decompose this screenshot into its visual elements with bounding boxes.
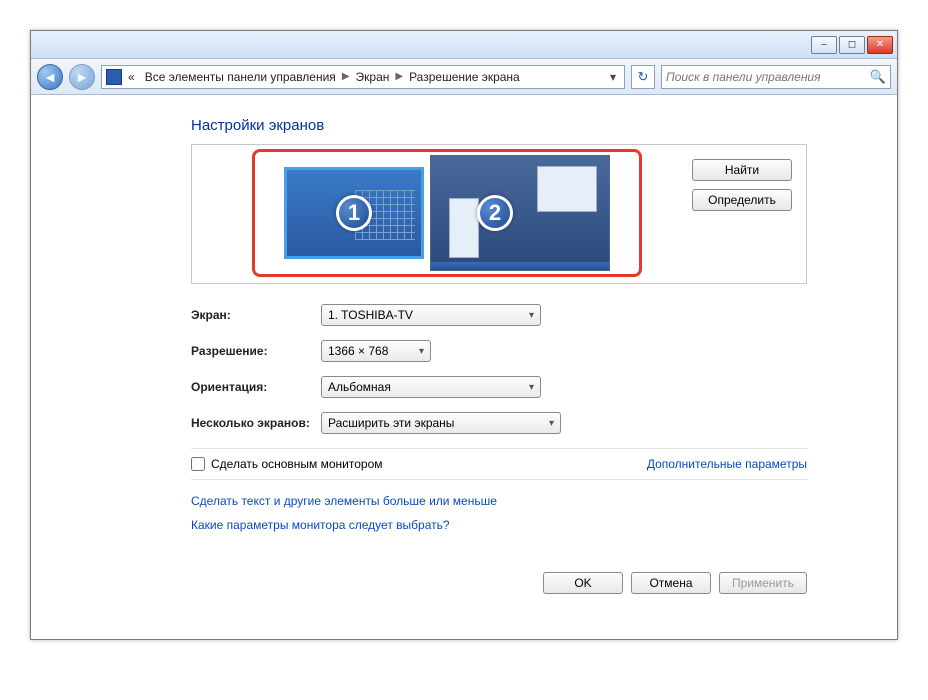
- chevron-right-icon: ▶: [342, 71, 350, 82]
- footer-buttons: OK Отмена Применить: [191, 572, 807, 594]
- nav-forward-button[interactable]: ►: [69, 64, 95, 90]
- settings-form: Экран: 1. TOSHIBA-TV Разрешение: 1366 × …: [191, 304, 807, 434]
- window-frame: – ◻ ✕ ◄ ► « Все элементы панели управлен…: [30, 30, 898, 640]
- arrangement-side-buttons: Найти Определить: [692, 159, 792, 211]
- cancel-button[interactable]: Отмена: [631, 572, 711, 594]
- resolution-label: Разрешение:: [191, 344, 321, 358]
- monitor-1[interactable]: 1: [284, 167, 424, 259]
- maximize-button[interactable]: ◻: [839, 36, 865, 54]
- titlebar: – ◻ ✕: [31, 31, 897, 59]
- ok-button[interactable]: OK: [543, 572, 623, 594]
- resolution-select[interactable]: 1366 × 768: [321, 340, 431, 362]
- primary-monitor-checkbox[interactable]: [191, 457, 205, 471]
- multi-display-value: Расширить эти экраны: [328, 416, 454, 430]
- screen-label: Экран:: [191, 308, 321, 322]
- refresh-button[interactable]: ↻: [631, 65, 655, 89]
- monitor-window-icon: [537, 166, 597, 212]
- minimize-button[interactable]: –: [811, 36, 837, 54]
- monitor-help-link[interactable]: Какие параметры монитора следует выбрать…: [191, 518, 807, 532]
- chevron-right-icon: ▶: [395, 71, 403, 82]
- search-input[interactable]: [666, 70, 870, 84]
- text-size-link[interactable]: Сделать текст и другие элементы больше и…: [191, 494, 807, 508]
- minimize-icon: –: [821, 39, 827, 50]
- apply-button[interactable]: Применить: [719, 572, 807, 594]
- resolution-value: 1366 × 768: [328, 344, 388, 358]
- page-title: Настройки экранов: [191, 117, 807, 134]
- monitors-highlight: 1 2: [252, 149, 642, 277]
- multi-display-label: Несколько экранов:: [191, 416, 321, 430]
- row-multi-display: Несколько экранов: Расширить эти экраны: [191, 412, 807, 434]
- nav-back-button[interactable]: ◄: [37, 64, 63, 90]
- breadcrumb-prefix: «: [124, 70, 139, 84]
- monitor-2[interactable]: 2: [430, 155, 610, 271]
- navbar: ◄ ► « Все элементы панели управления ▶ Э…: [31, 59, 897, 95]
- orientation-select[interactable]: Альбомная: [321, 376, 541, 398]
- monitor-number-badge: 1: [336, 195, 372, 231]
- primary-monitor-row: Сделать основным монитором Дополнительны…: [191, 448, 807, 480]
- search-icon[interactable]: 🔍: [870, 69, 886, 85]
- breadcrumb-item[interactable]: Разрешение экрана: [405, 70, 524, 84]
- orientation-label: Ориентация:: [191, 380, 321, 394]
- breadcrumb-item[interactable]: Все элементы панели управления: [141, 70, 340, 84]
- primary-monitor-label: Сделать основным монитором: [211, 457, 383, 471]
- identify-button[interactable]: Определить: [692, 189, 792, 211]
- find-button[interactable]: Найти: [692, 159, 792, 181]
- breadcrumb[interactable]: « Все элементы панели управления ▶ Экран…: [101, 65, 625, 89]
- monitor-taskbar-icon: [431, 262, 609, 270]
- breadcrumb-dropdown-icon[interactable]: ▾: [606, 70, 620, 84]
- row-screen: Экран: 1. TOSHIBA-TV: [191, 304, 807, 326]
- search-box[interactable]: 🔍: [661, 65, 891, 89]
- monitor-window-icon: [449, 198, 479, 258]
- close-button[interactable]: ✕: [867, 36, 893, 54]
- display-arrangement-box: 1 2 Найти Определить: [191, 144, 807, 284]
- breadcrumb-item[interactable]: Экран: [352, 70, 394, 84]
- maximize-icon: ◻: [848, 39, 856, 50]
- screen-select[interactable]: 1. TOSHIBA-TV: [321, 304, 541, 326]
- advanced-settings-link[interactable]: Дополнительные параметры: [647, 457, 807, 471]
- control-panel-icon: [106, 69, 122, 85]
- help-links: Сделать текст и другие элементы больше и…: [191, 494, 807, 532]
- multi-display-select[interactable]: Расширить эти экраны: [321, 412, 561, 434]
- monitor-number-badge: 2: [477, 195, 513, 231]
- row-orientation: Ориентация: Альбомная: [191, 376, 807, 398]
- content-area: Настройки экранов 1 2 Найти Определить: [31, 95, 897, 614]
- screen-value: 1. TOSHIBA-TV: [328, 308, 413, 322]
- close-icon: ✕: [876, 39, 884, 50]
- orientation-value: Альбомная: [328, 380, 391, 394]
- row-resolution: Разрешение: 1366 × 768: [191, 340, 807, 362]
